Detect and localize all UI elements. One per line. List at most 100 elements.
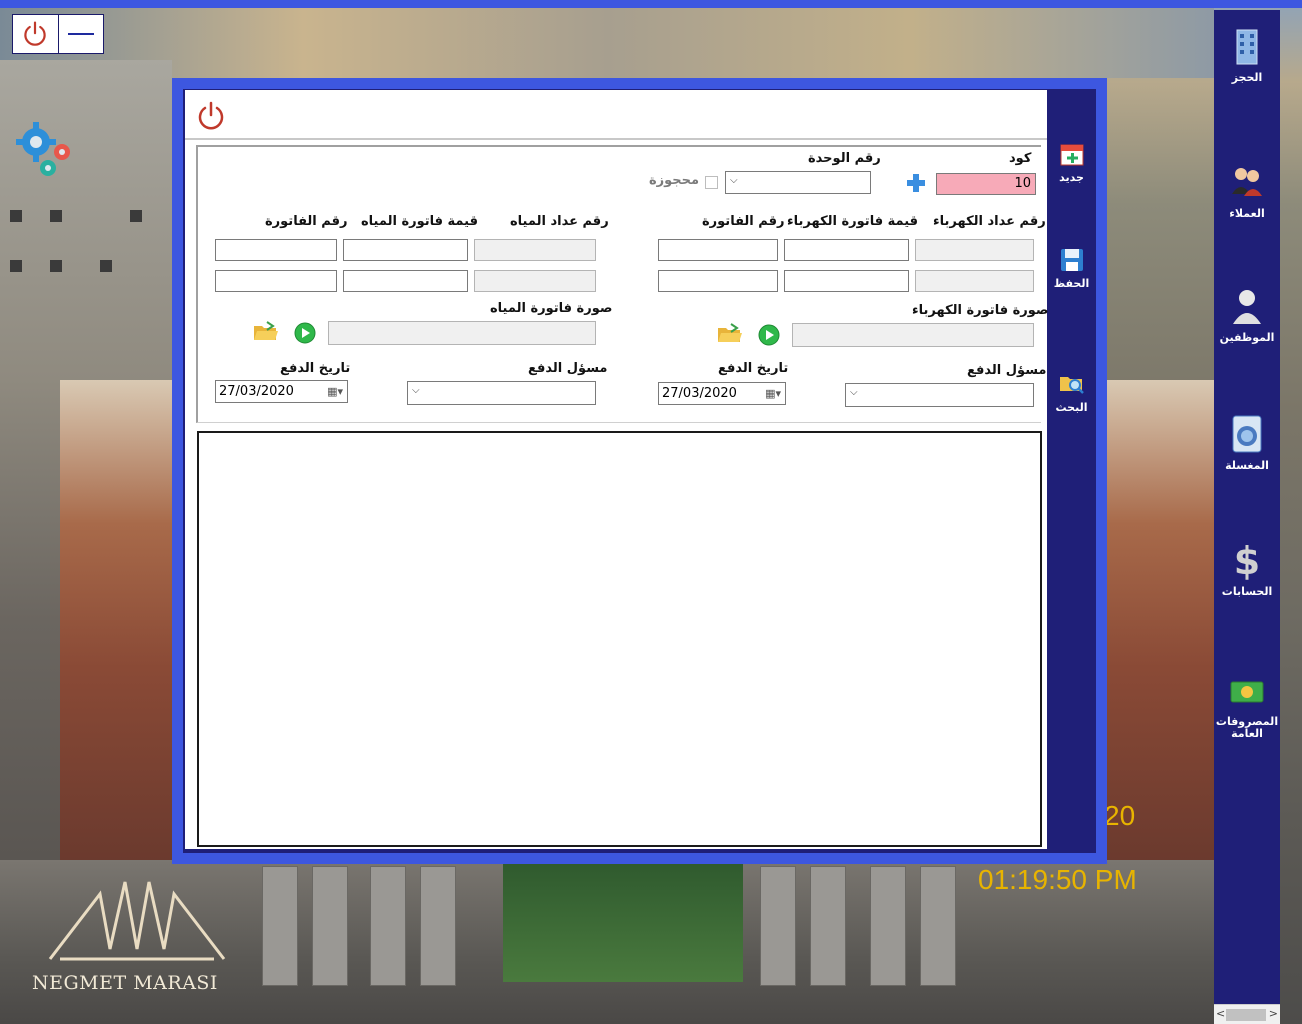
users-icon <box>1232 168 1262 196</box>
water-payer-select[interactable]: ⌵ <box>407 381 596 405</box>
sidebar-label: العملاء <box>1229 207 1265 220</box>
records-grid[interactable] <box>197 431 1042 847</box>
water-meter-field-2[interactable] <box>474 270 596 292</box>
scroll-thumb[interactable] <box>1226 1009 1266 1021</box>
water-date-value: 27/03/2020 <box>219 384 294 399</box>
water-payer-label: مسؤل الدفع <box>528 361 608 376</box>
calendar-icon[interactable]: ▦▾ <box>327 385 343 398</box>
scroll-right-icon[interactable]: > <box>1269 1007 1278 1020</box>
background-facade-right <box>1107 380 1214 860</box>
form-panel: كود 10 رقم الوحدة ⌵ محجوزة رقم عداد الكه… <box>185 90 1048 849</box>
electric-payer-label: مسؤل الدفع <box>967 363 1047 378</box>
calendar-add-icon <box>1060 144 1083 166</box>
calendar-icon[interactable]: ▦▾ <box>765 387 781 400</box>
modal-title-bar <box>185 90 1047 140</box>
sidebar-item-employees[interactable]: الموظفين <box>1214 286 1280 344</box>
folder-open-icon[interactable] <box>253 320 279 342</box>
electric-bill-value-field-1[interactable] <box>784 239 909 261</box>
electric-bill-number-field-1[interactable] <box>658 239 778 261</box>
electric-payer-select[interactable]: ⌵ <box>845 383 1034 407</box>
electric-bill-number-label: رقم الفاتورة <box>702 214 785 229</box>
water-date-label: تاريخ الدفع <box>280 361 351 376</box>
water-date-picker[interactable]: 27/03/2020 ▦▾ <box>215 380 348 403</box>
sidebar-label: المصروفات العامة <box>1215 715 1279 740</box>
unit-select[interactable]: ⌵ <box>725 171 871 194</box>
svg-text:$: $ <box>1234 540 1260 580</box>
electric-bill-value-label: قيمة فاتورة الكهرباء <box>787 214 919 229</box>
power-icon[interactable] <box>195 100 227 132</box>
water-image-label: صورة فاتورة المياه <box>490 301 613 316</box>
chevron-down-icon: ⌵ <box>730 175 738 186</box>
electric-bill-number-field-2[interactable] <box>658 270 778 292</box>
sidebar-item-expenses[interactable]: المصروفات العامة <box>1214 670 1280 740</box>
minimize-icon <box>67 33 94 35</box>
sidebar-label: الحسابات <box>1221 585 1273 598</box>
electric-date-picker[interactable]: 27/03/2020 ▦▾ <box>658 382 786 405</box>
fields-group: كود 10 رقم الوحدة ⌵ محجوزة رقم عداد الكه… <box>196 145 1048 423</box>
water-bill-value-field-1[interactable] <box>343 239 468 261</box>
water-bill-value-field-2[interactable] <box>343 270 468 292</box>
sidebar-item-booking[interactable]: الحجز <box>1214 26 1280 84</box>
search-folder-icon <box>1059 377 1084 394</box>
background-rooftops <box>0 8 1214 78</box>
sidebar-label: المغسلة <box>1225 459 1269 472</box>
clock-time: 01:19:50 PM <box>978 864 1137 895</box>
water-meter-field-1[interactable] <box>474 239 596 261</box>
bills-modal: كود 10 رقم الوحدة ⌵ محجوزة رقم عداد الكه… <box>172 78 1107 864</box>
minimize-button[interactable] <box>57 15 103 53</box>
close-app-button[interactable] <box>13 15 58 53</box>
new-button[interactable]: جديد <box>1047 141 1096 184</box>
top-accent-strip <box>0 0 1302 8</box>
save-button[interactable]: الحفظ <box>1047 247 1096 290</box>
water-meter-label: رقم عداد المياه <box>510 214 609 229</box>
save-icon <box>1060 249 1083 271</box>
employee-icon <box>1233 290 1261 324</box>
code-label: كود <box>1009 151 1032 166</box>
clock-fragment: 20 <box>1104 800 1136 831</box>
background-lawn <box>503 862 743 982</box>
save-label: الحفظ <box>1053 277 1090 290</box>
electric-date-value: 27/03/2020 <box>662 386 737 401</box>
reserved-checkbox[interactable] <box>705 176 718 189</box>
reserved-label: محجوزة <box>649 173 700 188</box>
search-button[interactable]: البحث <box>1047 371 1096 414</box>
brand-name: NEGMET MARASI <box>32 972 218 994</box>
money-icon <box>1230 681 1264 703</box>
power-icon <box>24 21 47 46</box>
plus-icon[interactable] <box>906 173 926 193</box>
water-image-path[interactable] <box>328 321 596 345</box>
chevron-down-icon: ⌵ <box>850 387 858 398</box>
electric-image-path[interactable] <box>792 323 1034 347</box>
unit-label: رقم الوحدة <box>808 151 881 166</box>
search-label: البحث <box>1055 401 1088 414</box>
code-field[interactable]: 10 <box>936 173 1036 195</box>
folder-open-icon[interactable] <box>717 322 743 344</box>
water-bill-value-label: قيمة فاتورة المياه <box>361 214 478 229</box>
chevron-down-icon: ⌵ <box>412 385 420 396</box>
electric-image-label: صورة فاتورة الكهرباء <box>912 303 1049 318</box>
sidebar-item-clients[interactable]: العملاء <box>1214 162 1280 220</box>
sidebar-item-laundry[interactable]: المغسلة <box>1214 414 1280 472</box>
window-controls <box>12 14 104 54</box>
electric-meter-label: رقم عداد الكهرباء <box>933 214 1046 229</box>
electric-meter-field-2[interactable] <box>915 270 1034 292</box>
main-sidebar: الحجز العملاء الموظفين المغسلة $ الحسابا… <box>1214 10 1280 1004</box>
new-label: جديد <box>1059 171 1084 184</box>
electric-date-label: تاريخ الدفع <box>718 361 789 376</box>
play-icon[interactable] <box>758 324 780 346</box>
water-bill-number-field-1[interactable] <box>215 239 337 261</box>
building-icon <box>1236 29 1258 65</box>
background-facade-left <box>60 380 180 860</box>
sidebar-label: الموظفين <box>1219 331 1275 344</box>
sidebar-scrollbar[interactable]: < > <box>1214 1004 1280 1024</box>
electric-meter-field-1[interactable] <box>915 239 1034 261</box>
scroll-left-icon[interactable]: < <box>1216 1007 1225 1020</box>
sidebar-item-accounts[interactable]: $ الحسابات <box>1214 540 1280 598</box>
play-icon[interactable] <box>294 322 316 344</box>
washing-machine-icon <box>1232 415 1262 453</box>
water-bill-number-field-2[interactable] <box>215 270 337 292</box>
settings-gears-icon[interactable] <box>14 118 74 178</box>
modal-body: كود 10 رقم الوحدة ⌵ محجوزة رقم عداد الكه… <box>183 89 1096 853</box>
electric-bill-value-field-2[interactable] <box>784 270 909 292</box>
dollar-icon: $ <box>1234 540 1260 580</box>
